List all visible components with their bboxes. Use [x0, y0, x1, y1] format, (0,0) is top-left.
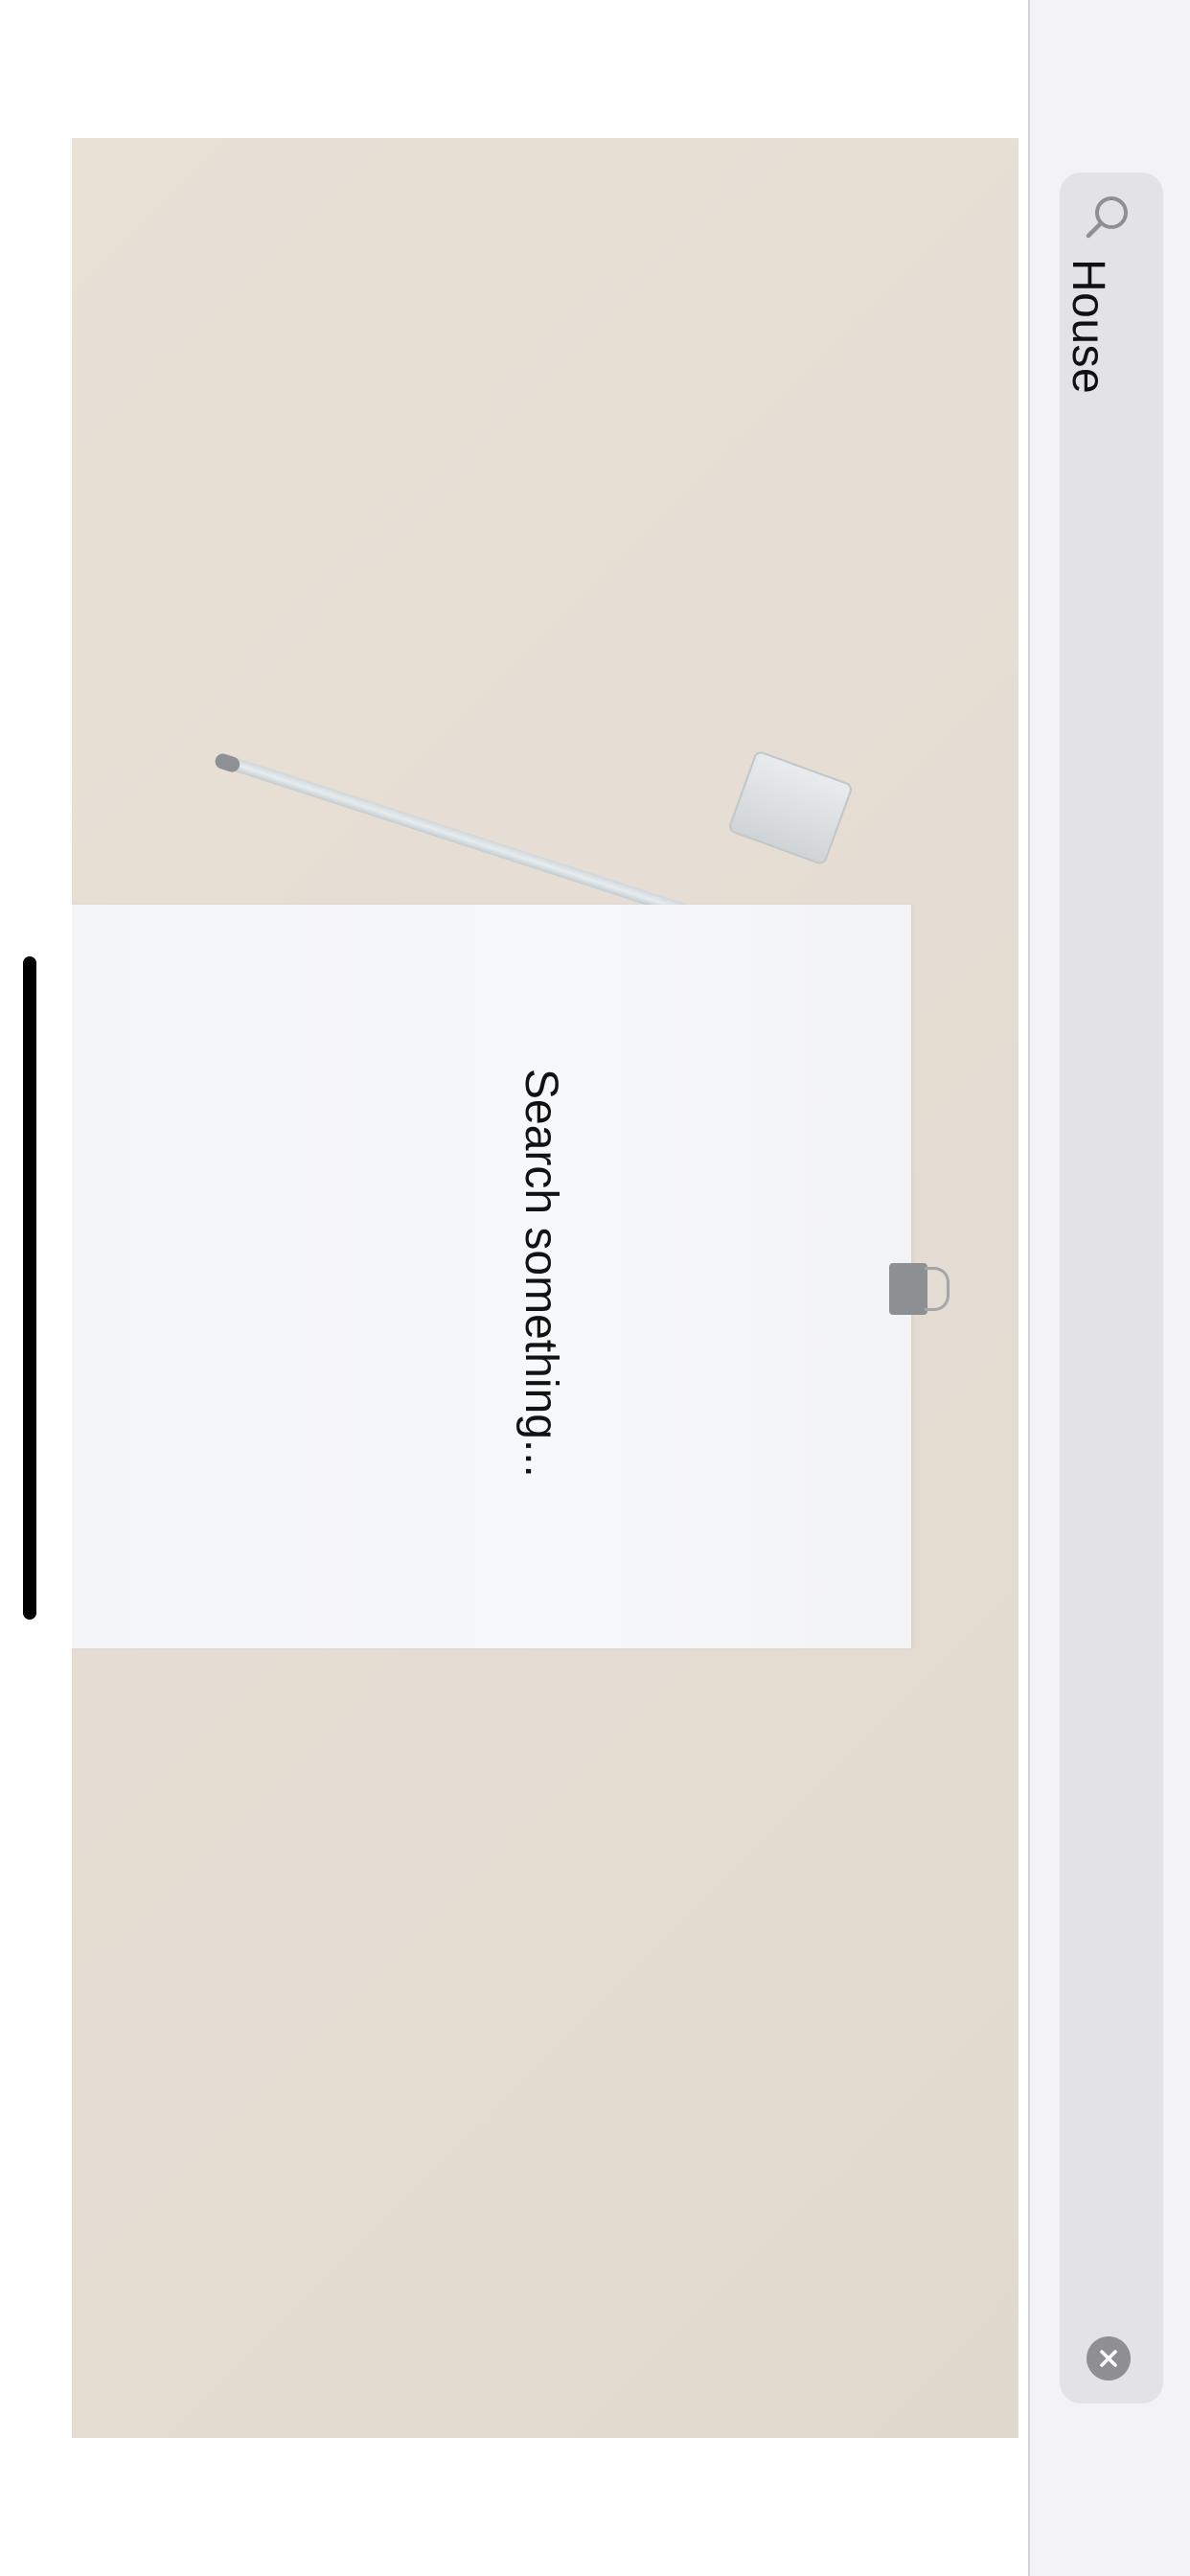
- clear-search-button[interactable]: [1087, 2336, 1131, 2380]
- empty-state-message: Search something...: [515, 1069, 566, 1478]
- search-input-value[interactable]: House: [1063, 259, 1113, 394]
- search-icon: [1086, 196, 1128, 239]
- pencil-illustration: [213, 751, 728, 931]
- sharpener-illustration: [726, 749, 855, 866]
- search-input[interactable]: [1060, 172, 1163, 2404]
- clear-icon: [1100, 2350, 1117, 2367]
- home-indicator[interactable]: [23, 956, 36, 1620]
- paper-sheet-illustration: [72, 905, 911, 1648]
- binder-clip-illustration: [889, 1263, 927, 1315]
- binder-clip-handle-illustration: [925, 1267, 950, 1311]
- screen: Search something... House: [0, 0, 1190, 2576]
